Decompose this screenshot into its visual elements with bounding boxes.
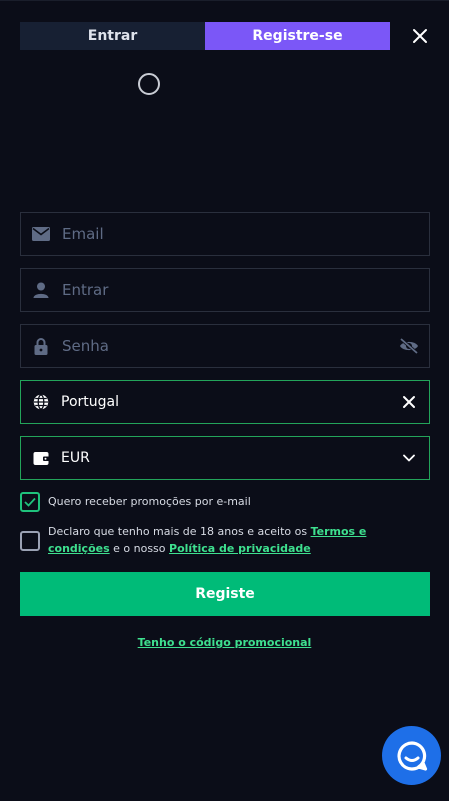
close-icon <box>403 396 415 408</box>
envelope-icon <box>21 227 61 241</box>
auth-tabs: Entrar Registre-se <box>20 22 390 50</box>
currency-dropdown-toggle[interactable] <box>389 454 429 462</box>
checkmark-icon <box>24 497 36 507</box>
chevron-down-icon <box>403 454 415 462</box>
username-field <box>20 268 430 312</box>
email-input[interactable] <box>61 213 429 255</box>
register-modal: Entrar Registre-se Email Entrar Portugal… <box>0 0 449 801</box>
password-input[interactable] <box>61 325 389 367</box>
terms-option: Declaro que tenho mais de 18 anos e acei… <box>20 523 430 557</box>
register-submit-button[interactable]: Registe <box>20 572 430 616</box>
country-field[interactable]: Portugal <box>20 380 430 424</box>
terms-label: Declaro que tenho mais de 18 anos e acei… <box>48 523 430 557</box>
country-value: Portugal <box>61 394 119 410</box>
username-input[interactable] <box>61 269 429 311</box>
terms-text-before: Declaro que tenho mais de 18 anos e acei… <box>48 525 311 538</box>
terms-text-middle: e o nosso <box>109 542 170 555</box>
promo-code-row: Tenho o código promocional <box>0 631 449 650</box>
eye-off-icon <box>399 338 419 354</box>
user-icon <box>21 282 61 298</box>
currency-select[interactable]: EUR <box>20 436 430 480</box>
currency-value: EUR <box>61 450 90 466</box>
close-icon <box>413 29 427 43</box>
tab-login[interactable]: Entrar <box>20 22 205 50</box>
toggle-password-visibility[interactable] <box>389 338 429 354</box>
tab-register[interactable]: Registre-se <box>205 22 390 50</box>
promo-email-option: Quero receber promoções por e-mail <box>20 492 251 512</box>
promo-code-link[interactable]: Tenho o código promocional <box>138 636 312 649</box>
wallet-icon <box>21 451 61 466</box>
password-field <box>20 324 430 368</box>
email-field <box>20 212 430 256</box>
clear-country-button[interactable] <box>389 395 429 409</box>
loading-spinner <box>138 73 160 95</box>
promo-email-checkbox[interactable] <box>20 492 40 512</box>
privacy-link[interactable]: Política de privacidade <box>169 542 311 555</box>
globe-icon <box>21 394 61 410</box>
chat-icon <box>396 740 427 771</box>
terms-checkbox[interactable] <box>20 531 40 551</box>
lock-icon <box>21 337 61 355</box>
chat-button[interactable] <box>382 726 441 785</box>
promo-email-label: Quero receber promoções por e-mail <box>48 495 251 508</box>
close-button[interactable] <box>409 24 431 48</box>
